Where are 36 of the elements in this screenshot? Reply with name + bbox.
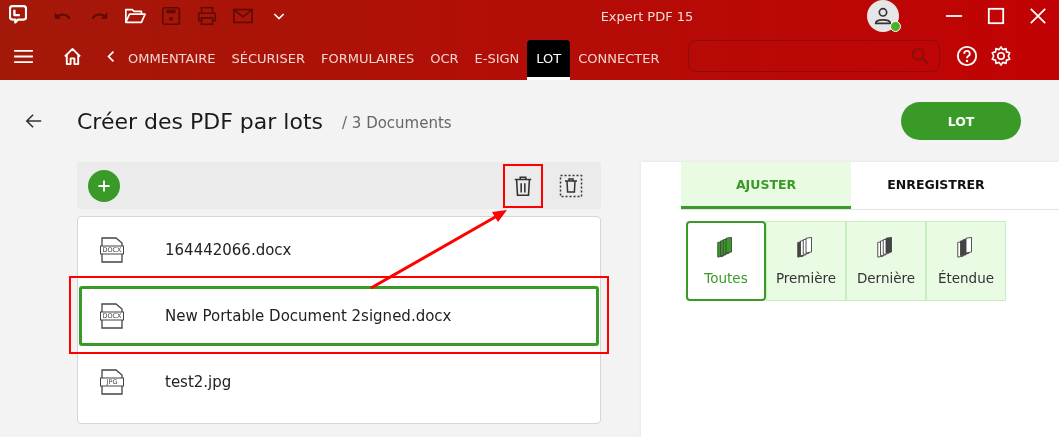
file-name: 164442066.docx	[165, 241, 292, 259]
maximize-icon[interactable]	[987, 7, 1005, 25]
file-name: test2.jpg	[165, 373, 232, 391]
add-file-button[interactable]	[88, 169, 120, 202]
ribbon-tab[interactable]: LOT	[527, 40, 571, 80]
page-option[interactable]: Première	[766, 221, 846, 301]
file-name: New Portable Document 2signed.docx	[165, 307, 452, 325]
search-field[interactable]	[687, 40, 940, 72]
ribbon-tab[interactable]: FORMULAIRES	[312, 32, 423, 80]
settings-tab[interactable]: AJUSTER	[681, 162, 851, 209]
plus-icon	[97, 178, 111, 193]
search-icon	[910, 47, 929, 65]
page-option[interactable]: Toutes	[686, 221, 766, 301]
page-option[interactable]: Étendue	[926, 221, 1006, 301]
settings-tab[interactable]: ENREGISTRER	[851, 162, 1021, 209]
select-all-icon[interactable]	[559, 173, 583, 198]
document-count: / 3 Documents	[342, 113, 452, 132]
close-icon[interactable]	[1029, 7, 1047, 25]
page-option[interactable]: Dernière	[846, 221, 926, 301]
window-title: Expert PDF 15	[599, 8, 695, 24]
ribbon-tab[interactable]: E-SIGN	[466, 32, 528, 80]
ribbon-tab[interactable]: SÉCURISER	[223, 32, 313, 80]
delete-button[interactable]	[503, 163, 543, 208]
chevron-left-icon[interactable]	[107, 49, 115, 63]
ribbon-tab[interactable]: CONNECTER	[570, 32, 668, 80]
back-arrow-icon[interactable]	[25, 112, 43, 130]
page-title: Créer des PDF par lots	[77, 108, 323, 134]
ribbon-tab[interactable]: OMMENTAIRE	[120, 32, 224, 80]
lot-button[interactable]: LOT	[901, 102, 1021, 140]
user-avatar[interactable]	[867, 0, 899, 32]
settings-icon[interactable]	[989, 45, 1012, 67]
menu-icon[interactable]	[13, 48, 33, 64]
home-icon[interactable]	[62, 46, 82, 66]
help-icon[interactable]	[955, 45, 978, 67]
user-icon	[872, 5, 894, 27]
ribbon-tab[interactable]: OCR	[422, 32, 467, 80]
